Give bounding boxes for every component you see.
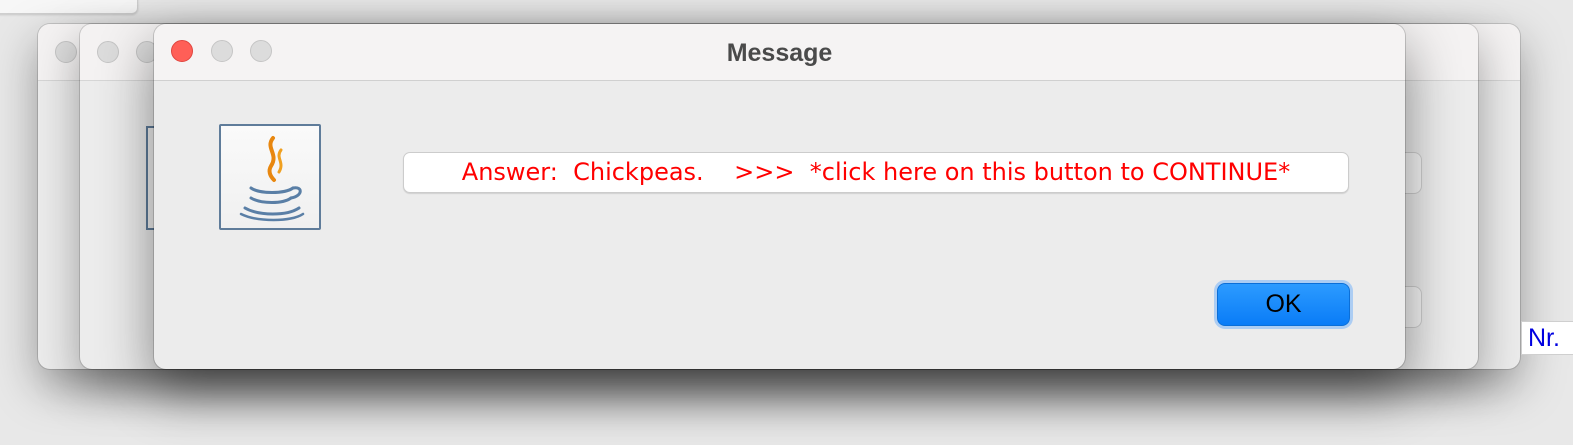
answer-continue-button[interactable]: Answer: Chickpeas. >>> *click here on th… — [403, 152, 1349, 193]
close-button-inactive[interactable] — [97, 41, 119, 63]
dialog-title: Message — [726, 39, 833, 67]
java-coffee-cup-icon — [219, 124, 321, 230]
dialog-titlebar: Message — [154, 24, 1405, 81]
background-nr-label: Nr. — [1521, 321, 1573, 355]
close-button-inactive[interactable] — [55, 41, 77, 63]
ok-button[interactable]: OK — [1217, 283, 1350, 326]
message-dialog: Message Answer: Chickpeas. >>> *click he… — [154, 24, 1405, 369]
background-tab[interactable] — [0, 0, 138, 14]
